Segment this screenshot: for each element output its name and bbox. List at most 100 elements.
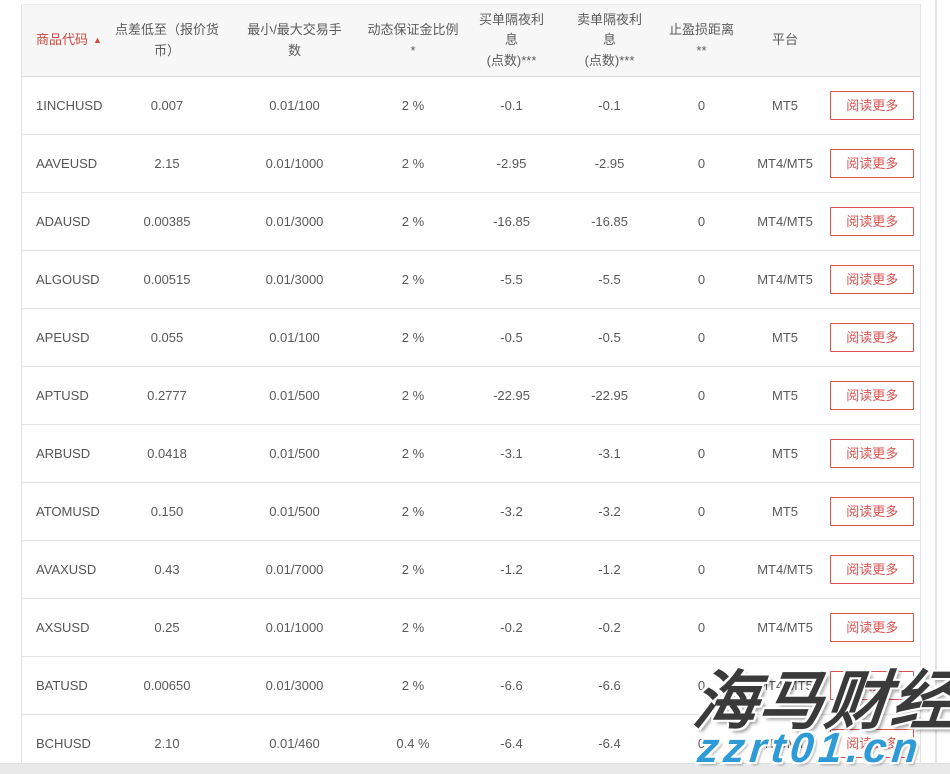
cell-sl-distance: 0 (658, 425, 746, 483)
cell-margin: 2 % (365, 77, 462, 135)
table-row: ALGOUSD 0.00515 0.01/3000 2 % -5.5 -5.5 … (22, 251, 921, 309)
cell-lots: 0.01/1000 (225, 599, 365, 657)
cell-actions: 阅读更多 (825, 135, 921, 193)
cell-buy-swap: -5.5 (462, 251, 562, 309)
cell-symbol: AXSUSD (22, 599, 110, 657)
cell-symbol: AVAXUSD (22, 541, 110, 599)
cell-sell-swap: -5.5 (562, 251, 658, 309)
instruments-table: 商品代码▲ 点差低至（报价货 币） 最小/最大交易手 数 动态保证金比例 * 买… (21, 4, 921, 773)
cell-symbol: APEUSD (22, 309, 110, 367)
cell-sl-distance: 0 (658, 193, 746, 251)
read-more-button[interactable]: 阅读更多 (830, 613, 914, 642)
cell-sl-distance: 0 (658, 367, 746, 425)
cell-margin: 2 % (365, 193, 462, 251)
cell-platform: MT4/MT5 (746, 657, 825, 715)
cell-symbol: ADAUSD (22, 193, 110, 251)
cell-actions: 阅读更多 (825, 367, 921, 425)
cell-spread: 0.2777 (110, 367, 225, 425)
cell-spread: 2.15 (110, 135, 225, 193)
cell-sl-distance: 0 (658, 251, 746, 309)
cell-platform: MT5 (746, 77, 825, 135)
cell-symbol: APTUSD (22, 367, 110, 425)
table-row: APTUSD 0.2777 0.01/500 2 % -22.95 -22.95… (22, 367, 921, 425)
cell-buy-swap: -0.2 (462, 599, 562, 657)
read-more-button[interactable]: 阅读更多 (830, 497, 914, 526)
cell-spread: 0.150 (110, 483, 225, 541)
cell-buy-swap: -3.2 (462, 483, 562, 541)
column-header-symbol-label: 商品代码 (36, 30, 88, 50)
read-more-button[interactable]: 阅读更多 (830, 265, 914, 294)
read-more-button[interactable]: 阅读更多 (830, 439, 914, 468)
cell-platform: MT5 (746, 483, 825, 541)
column-header-spread: 点差低至（报价货 币） (110, 5, 225, 77)
cell-sell-swap: -2.95 (562, 135, 658, 193)
table-row: AAVEUSD 2.15 0.01/1000 2 % -2.95 -2.95 0… (22, 135, 921, 193)
cell-symbol: ARBUSD (22, 425, 110, 483)
cell-sell-swap: -6.6 (562, 657, 658, 715)
column-header-symbol[interactable]: 商品代码 ▲ (22, 5, 110, 77)
cell-margin: 2 % (365, 599, 462, 657)
cell-sl-distance: 0 (658, 657, 746, 715)
cell-buy-swap: -0.1 (462, 77, 562, 135)
column-header-lots: 最小/最大交易手 数 (225, 5, 365, 77)
read-more-button[interactable]: 阅读更多 (830, 729, 914, 758)
cell-lots: 0.01/500 (225, 425, 365, 483)
cell-lots: 0.01/7000 (225, 541, 365, 599)
cell-sl-distance: 0 (658, 77, 746, 135)
cell-lots: 0.01/3000 (225, 657, 365, 715)
cell-platform: MT4/MT5 (746, 193, 825, 251)
read-more-button[interactable]: 阅读更多 (830, 91, 914, 120)
read-more-button[interactable]: 阅读更多 (830, 149, 914, 178)
page-bottom-strip (0, 763, 950, 774)
cell-platform: MT5 (746, 309, 825, 367)
header-row: 商品代码▲ 点差低至（报价货 币） 最小/最大交易手 数 动态保证金比例 * 买… (22, 5, 921, 77)
read-more-button[interactable]: 阅读更多 (830, 671, 914, 700)
cell-lots: 0.01/500 (225, 483, 365, 541)
cell-lots: 0.01/3000 (225, 251, 365, 309)
cell-margin: 2 % (365, 135, 462, 193)
cell-buy-swap: -0.5 (462, 309, 562, 367)
cell-margin: 2 % (365, 657, 462, 715)
table-row: ARBUSD 0.0418 0.01/500 2 % -3.1 -3.1 0 M… (22, 425, 921, 483)
cell-platform: MT5 (746, 425, 825, 483)
cell-buy-swap: -22.95 (462, 367, 562, 425)
cell-symbol: ATOMUSD (22, 483, 110, 541)
read-more-button[interactable]: 阅读更多 (830, 207, 914, 236)
cell-actions: 阅读更多 (825, 541, 921, 599)
table-row: AVAXUSD 0.43 0.01/7000 2 % -1.2 -1.2 0 M… (22, 541, 921, 599)
cell-spread: 0.0418 (110, 425, 225, 483)
sort-ascending-icon[interactable]: ▲ (93, 34, 102, 48)
cell-spread: 0.00385 (110, 193, 225, 251)
cell-sell-swap: -0.5 (562, 309, 658, 367)
read-more-button[interactable]: 阅读更多 (830, 555, 914, 584)
read-more-button[interactable]: 阅读更多 (830, 381, 914, 410)
cell-buy-swap: -3.1 (462, 425, 562, 483)
cell-margin: 2 % (365, 425, 462, 483)
cell-actions: 阅读更多 (825, 77, 921, 135)
column-header-platform: 平台 (746, 5, 825, 77)
column-header-buy-swap: 买单隔夜利 息 (点数)*** (462, 5, 562, 77)
cell-sell-swap: -0.1 (562, 77, 658, 135)
table-row: APEUSD 0.055 0.01/100 2 % -0.5 -0.5 0 MT… (22, 309, 921, 367)
cell-symbol: BATUSD (22, 657, 110, 715)
cell-lots: 0.01/100 (225, 77, 365, 135)
cell-actions: 阅读更多 (825, 657, 921, 715)
read-more-button[interactable]: 阅读更多 (830, 323, 914, 352)
cell-margin: 2 % (365, 541, 462, 599)
cell-symbol: AAVEUSD (22, 135, 110, 193)
page-right-divider (935, 0, 937, 774)
cell-lots: 0.01/500 (225, 367, 365, 425)
cell-sell-swap: -3.1 (562, 425, 658, 483)
cell-sl-distance: 0 (658, 483, 746, 541)
cell-sell-swap: -16.85 (562, 193, 658, 251)
table-row: ATOMUSD 0.150 0.01/500 2 % -3.2 -3.2 0 M… (22, 483, 921, 541)
cell-symbol: ALGOUSD (22, 251, 110, 309)
cell-platform: MT4/MT5 (746, 135, 825, 193)
cell-sl-distance: 0 (658, 135, 746, 193)
cell-margin: 2 % (365, 309, 462, 367)
cell-buy-swap: -16.85 (462, 193, 562, 251)
table-row: 1INCHUSD 0.007 0.01/100 2 % -0.1 -0.1 0 … (22, 77, 921, 135)
cell-spread: 0.055 (110, 309, 225, 367)
cell-spread: 0.00515 (110, 251, 225, 309)
cell-lots: 0.01/100 (225, 309, 365, 367)
